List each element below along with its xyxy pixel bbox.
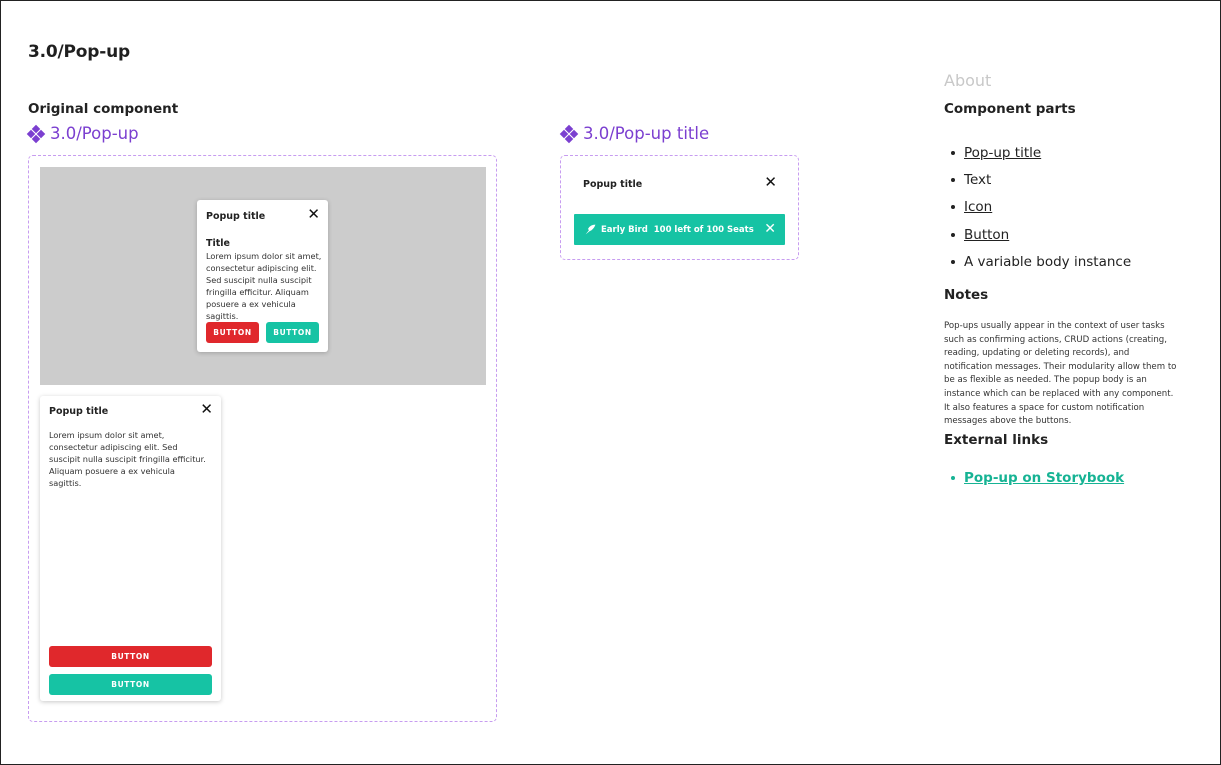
primary-button[interactable]: BUTTON [49, 646, 212, 667]
part-link-button[interactable]: Button [964, 227, 1009, 243]
popup-panel: Popup title ✕ Lorem ipsum dolor sit amet… [40, 396, 221, 701]
component-icon [559, 124, 579, 143]
primary-button[interactable]: BUTTON [206, 322, 259, 343]
close-icon[interactable]: ✕ [200, 402, 213, 417]
popup-title: Popup title [49, 406, 109, 417]
secondary-button[interactable]: BUTTON [266, 322, 319, 343]
popup-body: Lorem ipsum dolor sit amet, consectetur … [49, 430, 206, 488]
notification-text: Early Bird 100 left of 100 Seats [601, 224, 754, 235]
external-link-item[interactable]: Pop-up on Storybook [951, 470, 1124, 486]
component-label-popup-title[interactable]: 3.0/Pop-up title [559, 124, 710, 143]
list-item: Text [951, 166, 1131, 193]
page-title: 3.0/Pop-up [28, 42, 130, 62]
secondary-button[interactable]: BUTTON [49, 674, 212, 695]
section-label: Original component [28, 101, 179, 117]
close-icon[interactable]: ✕ [307, 207, 320, 222]
component-icon [26, 124, 46, 143]
component-parts-list: Pop-up title Text Icon Button A variable… [951, 139, 1131, 275]
about-tab[interactable]: About [944, 71, 991, 90]
list-item[interactable]: Button [951, 221, 1131, 248]
external-links-heading: External links [944, 432, 1049, 448]
bird-icon [585, 224, 596, 235]
component-parts-heading: Component parts [944, 101, 1076, 117]
part-variable-body: A variable body instance [964, 253, 1132, 270]
notification-bar: Early Bird 100 left of 100 Seats ✕ [574, 214, 785, 245]
popup-subtitle: Title [206, 238, 230, 249]
popup-dialog: Popup title ✕ Title Lorem ipsum dolor si… [197, 200, 328, 352]
popup-title-header: Popup title ✕ [574, 168, 785, 204]
list-item: A variable body instance [951, 248, 1131, 275]
part-link-icon[interactable]: Icon [964, 199, 992, 215]
list-item[interactable]: Pop-up title [951, 139, 1131, 166]
popup-title: Popup title [206, 211, 266, 222]
popup-body: Lorem ipsum dolor sit amet, consectetur … [206, 251, 322, 321]
close-icon[interactable]: ✕ [764, 175, 777, 190]
storybook-link[interactable]: Pop-up on Storybook [964, 470, 1124, 486]
part-text: Text [964, 171, 992, 188]
list-item[interactable]: Icon [951, 194, 1131, 221]
notes-text: Pop-ups usually appear in the context of… [944, 321, 1177, 427]
component-label-text: 3.0/Pop-up title [583, 124, 710, 143]
part-link-popup-title[interactable]: Pop-up title [964, 145, 1041, 161]
popup-title: Popup title [583, 179, 643, 190]
notes-heading: Notes [944, 287, 989, 303]
component-label-popup[interactable]: 3.0/Pop-up [26, 124, 139, 143]
component-label-text: 3.0/Pop-up [50, 124, 139, 143]
close-icon[interactable]: ✕ [764, 222, 776, 236]
